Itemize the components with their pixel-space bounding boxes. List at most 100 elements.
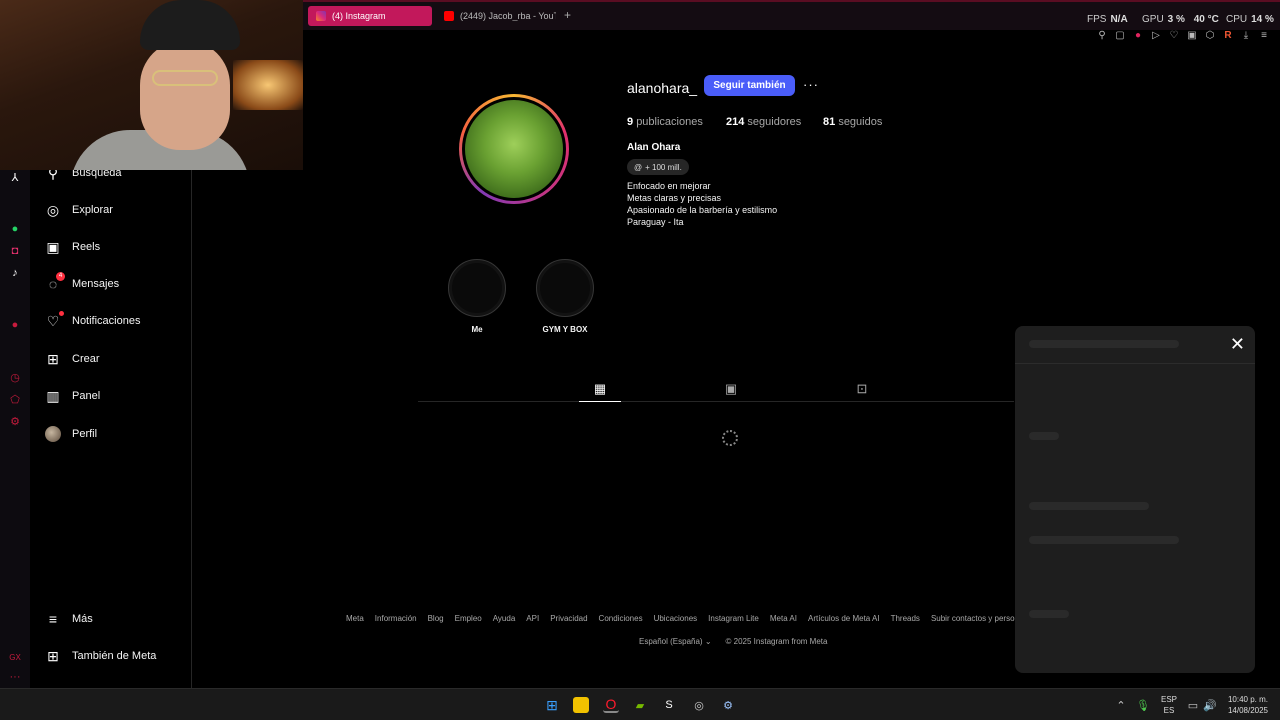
snapshot-icon[interactable]: ▢ (1114, 30, 1126, 41)
loading-spinner-icon (722, 430, 738, 446)
tab-label: (2449) Jacob_rba - YouTube (460, 11, 556, 21)
play-icon[interactable]: ▷ (1150, 30, 1162, 41)
profile-r-icon[interactable]: R (1222, 30, 1234, 41)
language-indicator[interactable]: ESP ES (1161, 694, 1177, 716)
obs-icon[interactable]: S (661, 697, 677, 713)
highlight-me[interactable]: Me (447, 259, 507, 334)
pin-icon[interactable]: ⚲ (1096, 30, 1108, 41)
footer-link[interactable]: Blog (428, 614, 444, 623)
tab-youtube[interactable]: (2449) Jacob_rba - YouTube (436, 6, 560, 26)
extensions-icon[interactable]: ⬠ (8, 392, 22, 406)
sidebar-item-dashboard[interactable]: ▥ Panel (44, 386, 100, 406)
extension-icon[interactable]: ▣ (1186, 30, 1198, 41)
webcam-overlay (0, 0, 303, 170)
volume-icon[interactable]: 🔊 (1202, 697, 1218, 713)
windows-start-icon[interactable]: ⊞ (544, 697, 560, 713)
music-icon[interactable]: ● (8, 318, 22, 332)
tab-instagram[interactable]: (4) Instagram (308, 6, 432, 26)
shield-icon[interactable]: ● (1132, 30, 1144, 41)
stat-following[interactable]: 81 seguidos (823, 116, 882, 128)
profile-username: alanohara_ (627, 80, 698, 96)
footer-link[interactable]: Condiciones (599, 614, 643, 623)
sidebar-item-explore[interactable]: ◎ Explorar (44, 200, 113, 220)
stat-followers[interactable]: 214 seguidores (726, 116, 801, 128)
instagram-icon (316, 11, 326, 21)
more-options-icon[interactable]: ··· (803, 77, 819, 92)
stat-posts: 9 publicaciones (627, 116, 703, 128)
tiktok-icon[interactable]: ♪ (8, 266, 22, 280)
steam-icon[interactable]: ◎ (691, 697, 707, 713)
clock[interactable]: 10:40 p. m. 14/08/2025 (1228, 694, 1268, 716)
tab-posts-grid-icon[interactable]: ▦ (579, 376, 621, 402)
footer-link[interactable]: Instagram Lite (708, 614, 759, 623)
sidebar-item-label: Explorar (72, 204, 113, 216)
gpu-readout: GPU 3 % 40 °C (1142, 14, 1219, 25)
download-icon[interactable]: ⤓ (1240, 30, 1252, 41)
footer-link[interactable]: Meta (346, 614, 364, 623)
bio-line: Apasionado de la barbería y estilismo (627, 205, 778, 215)
grid-icon: ⊞ (47, 647, 59, 664)
bio-line: Paraguay - Ita (627, 217, 684, 227)
sidebar-item-label: Notificaciones (72, 315, 141, 327)
tab-label: (4) Instagram (332, 11, 386, 21)
menu-icon[interactable]: ≡ (1258, 30, 1270, 41)
threads-badge[interactable]: @ + 100 mill. (627, 159, 689, 175)
more-icon[interactable]: ··· (8, 670, 22, 684)
footer-link[interactable]: Empleo (455, 614, 482, 623)
close-icon[interactable]: ✕ (1230, 334, 1245, 355)
whatsapp-icon[interactable]: ● (8, 222, 22, 236)
sidebar-item-reels[interactable]: ▣ Reels (44, 237, 100, 257)
footer-link[interactable]: Subir contactos y personas (931, 614, 1028, 623)
compass-icon: ◎ (46, 201, 60, 218)
sidebar-item-messages[interactable]: ◌ 4 Mensajes (44, 272, 120, 294)
footer-link[interactable]: Ubicaciones (654, 614, 698, 623)
tab-reels-icon[interactable]: ▣ (710, 376, 752, 402)
ai-icon[interactable]: ⅄ (8, 170, 22, 184)
chart-icon: ▥ (46, 387, 60, 404)
microphone-icon[interactable]: 🎙 (1135, 697, 1151, 713)
new-tab-button[interactable]: + (564, 8, 571, 22)
heart-icon[interactable]: ♡ (1168, 30, 1180, 41)
nvidia-icon[interactable]: ▰ (632, 697, 648, 713)
sidebar-item-notifications[interactable]: ♡ Notificaciones (44, 311, 140, 331)
sidebar-item-label: Panel (72, 390, 101, 402)
profile-tabs: ▦ ▣ ⊡ (418, 376, 1014, 402)
notification-dot (59, 311, 64, 316)
settings-icon[interactable]: ⚙ (8, 414, 22, 428)
history-icon[interactable]: ◷ (8, 370, 22, 384)
language-select[interactable]: Español (España) ⌄ (639, 637, 712, 646)
sidebar-item-label: También de Meta (72, 650, 157, 662)
footer-link[interactable]: Threads (891, 614, 920, 623)
footer-link[interactable]: Meta AI (770, 614, 797, 623)
youtube-icon (444, 11, 454, 21)
footer-link[interactable]: Artículos de Meta AI (808, 614, 880, 623)
footer-link[interactable]: Ayuda (493, 614, 516, 623)
sidebar-item-label: Mensajes (72, 278, 120, 290)
highlight-label: GYM Y BOX (542, 325, 588, 334)
highlight-gym[interactable]: GYM Y BOX (535, 259, 595, 334)
gx-icon[interactable]: GX (8, 650, 22, 664)
follow-button[interactable]: Seguir también (704, 75, 795, 96)
puzzle-icon[interactable]: ⬡ (1204, 30, 1216, 41)
footer-link[interactable]: Información (375, 614, 417, 623)
opera-gx-icon[interactable]: O (603, 696, 619, 713)
bio-line: Metas claras y precisas (627, 193, 722, 203)
sidebar-item-more[interactable]: ≡ Más (44, 609, 93, 629)
sidebar-item-label: Reels (72, 241, 101, 253)
footer-link[interactable]: Privacidad (550, 614, 587, 623)
sidebar-item-create[interactable]: ⊞ Crear (44, 349, 99, 369)
footer-link[interactable]: API (526, 614, 539, 623)
threads-icon: @ (634, 162, 643, 172)
tab-tagged-icon[interactable]: ⊡ (841, 376, 883, 402)
chevron-down-icon: ⌄ (704, 637, 712, 646)
settings-gear-icon[interactable]: ⚙ (720, 697, 736, 713)
sidebar-item-profile[interactable]: Perfil (44, 424, 97, 444)
heart-icon: ♡ (44, 311, 64, 330)
file-explorer-icon[interactable] (573, 697, 589, 713)
fps-readout: FPS N/A (1087, 14, 1128, 25)
network-icon[interactable]: ▭ (1185, 697, 1201, 713)
sidebar-item-also-from-meta[interactable]: ⊞ También de Meta (44, 646, 156, 666)
chevron-up-icon[interactable]: ⌃ (1113, 697, 1129, 713)
profile-picture[interactable] (459, 94, 569, 204)
instagram-icon[interactable]: ◘ (8, 244, 22, 258)
